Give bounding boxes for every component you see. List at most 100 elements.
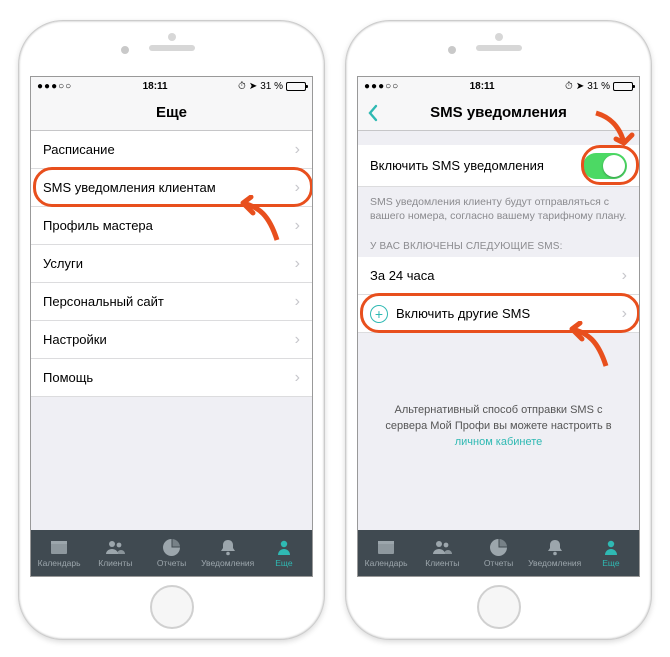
content-left: Расписание › SMS уведомления клиентам › … xyxy=(31,131,312,530)
location-icon: ➤ xyxy=(249,81,257,92)
tab-calendar[interactable]: Календарь xyxy=(358,530,414,576)
menu-item-label: Персональный сайт xyxy=(43,294,295,309)
tab-label: Календарь xyxy=(38,558,81,568)
row-label: Включить SMS уведомления xyxy=(370,158,583,173)
screen-right: ●●●○○ 18:11 ⏱ ➤ 31 % SMS уведомления Вкл… xyxy=(357,76,640,577)
device-camera xyxy=(121,46,129,54)
nav-title: SMS уведомления xyxy=(430,104,567,121)
chevron-right-icon: › xyxy=(295,293,300,311)
content-right: Включить SMS уведомления SMS уведомления… xyxy=(358,131,639,530)
screen-left: ●●●○○ 18:11 ⏱ ➤ 31 % Еще Расписание › SM… xyxy=(30,76,313,577)
signal-dots: ●●●○○ xyxy=(37,81,72,92)
tab-label: Клиенты xyxy=(425,558,459,568)
battery-pct: 31 % xyxy=(587,81,610,92)
tab-more[interactable]: Еще xyxy=(583,530,639,576)
home-button[interactable] xyxy=(477,585,521,629)
menu-item-label: SMS уведомления клиентам xyxy=(43,180,295,195)
link-personal-cabinet[interactable]: личном кабинете xyxy=(455,436,543,448)
tab-reports[interactable]: Отчеты xyxy=(470,530,526,576)
menu-item-profile[interactable]: Профиль мастера › xyxy=(31,207,312,245)
chevron-left-icon xyxy=(366,104,380,122)
tab-label: Клиенты xyxy=(98,558,132,568)
pie-chart-icon xyxy=(162,538,182,556)
alarm-icon: ⏱ xyxy=(565,81,573,92)
menu-item-settings[interactable]: Настройки › xyxy=(31,321,312,359)
row-add-other-sms[interactable]: + Включить другие SMS › xyxy=(358,295,639,333)
nav-bar: Еще xyxy=(31,95,312,131)
tab-clients[interactable]: Клиенты xyxy=(414,530,470,576)
row-label: Включить другие SMS xyxy=(396,306,622,321)
chevron-right-icon: › xyxy=(295,369,300,387)
person-icon xyxy=(274,538,294,556)
battery-icon xyxy=(613,82,633,91)
menu-item-schedule[interactable]: Расписание › xyxy=(31,131,312,169)
signal-dots: ●●●○○ xyxy=(364,81,399,92)
chevron-right-icon: › xyxy=(295,179,300,197)
location-icon: ➤ xyxy=(576,81,584,92)
person-icon xyxy=(601,538,621,556)
tab-label: Календарь xyxy=(365,558,408,568)
chevron-right-icon: › xyxy=(295,255,300,273)
chevron-right-icon: › xyxy=(295,217,300,235)
chevron-right-icon: › xyxy=(622,305,627,323)
tab-reports[interactable]: Отчеты xyxy=(143,530,199,576)
tab-label: Отчеты xyxy=(157,558,186,568)
note-text: SMS уведомления клиенту будут отправлять… xyxy=(358,187,639,227)
home-button[interactable] xyxy=(150,585,194,629)
back-button[interactable] xyxy=(366,95,380,130)
tab-notifications[interactable]: Уведомления xyxy=(200,530,256,576)
tab-label: Еще xyxy=(275,558,292,568)
toggle-enable-sms[interactable] xyxy=(583,153,627,179)
row-label: За 24 часа xyxy=(370,268,622,283)
tab-bar: Календарь Клиенты Отчеты Уведомления Еще xyxy=(358,530,639,576)
tab-bar: Календарь Клиенты Отчеты Уведомления Еще xyxy=(31,530,312,576)
battery-pct: 31 % xyxy=(260,81,283,92)
chevron-right-icon: › xyxy=(295,141,300,159)
menu-item-label: Помощь xyxy=(43,370,295,385)
tab-more[interactable]: Еще xyxy=(256,530,312,576)
tab-calendar[interactable]: Календарь xyxy=(31,530,87,576)
tab-clients[interactable]: Клиенты xyxy=(87,530,143,576)
tab-label: Отчеты xyxy=(484,558,513,568)
menu-item-label: Профиль мастера xyxy=(43,218,295,233)
device-camera xyxy=(448,46,456,54)
row-enabled-sms-item[interactable]: За 24 часа › xyxy=(358,257,639,295)
chevron-right-icon: › xyxy=(622,267,627,285)
alt-text: Альтернативный способ отправки SMS с сер… xyxy=(358,403,639,451)
alarm-icon: ⏱ xyxy=(238,81,246,92)
bell-icon xyxy=(545,538,565,556)
section-header: У ВАС ВКЛЮЧЕНЫ СЛЕДУЮЩИЕ SMS: xyxy=(358,227,639,257)
menu-item-sms-notifications[interactable]: SMS уведомления клиентам › xyxy=(31,169,312,207)
device-speaker xyxy=(149,45,195,51)
menu-item-personal-site[interactable]: Персональный сайт › xyxy=(31,283,312,321)
device-speaker xyxy=(476,45,522,51)
phone-left: ●●●○○ 18:11 ⏱ ➤ 31 % Еще Расписание › SM… xyxy=(18,20,325,640)
device-sensor xyxy=(168,33,176,41)
status-bar: ●●●○○ 18:11 ⏱ ➤ 31 % xyxy=(358,77,639,95)
plus-circle-icon: + xyxy=(370,305,388,323)
calendar-icon xyxy=(49,538,69,556)
status-bar: ●●●○○ 18:11 ⏱ ➤ 31 % xyxy=(31,77,312,95)
tab-label: Уведомления xyxy=(201,558,254,568)
nav-bar: SMS уведомления xyxy=(358,95,639,131)
tab-notifications[interactable]: Уведомления xyxy=(527,530,583,576)
status-time: 18:11 xyxy=(399,81,565,92)
row-enable-sms[interactable]: Включить SMS уведомления xyxy=(358,145,639,187)
menu-item-help[interactable]: Помощь › xyxy=(31,359,312,397)
more-menu-list: Расписание › SMS уведомления клиентам › … xyxy=(31,131,312,397)
people-icon xyxy=(432,538,452,556)
menu-item-label: Настройки xyxy=(43,332,295,347)
phone-right: ●●●○○ 18:11 ⏱ ➤ 31 % SMS уведомления Вкл… xyxy=(345,20,652,640)
bell-icon xyxy=(218,538,238,556)
people-icon xyxy=(105,538,125,556)
menu-item-services[interactable]: Услуги › xyxy=(31,245,312,283)
nav-title: Еще xyxy=(156,104,187,121)
tab-label: Уведомления xyxy=(528,558,581,568)
chevron-right-icon: › xyxy=(295,331,300,349)
calendar-icon xyxy=(376,538,396,556)
menu-item-label: Услуги xyxy=(43,256,295,271)
tab-label: Еще xyxy=(602,558,619,568)
battery-icon xyxy=(286,82,306,91)
device-sensor xyxy=(495,33,503,41)
pie-chart-icon xyxy=(489,538,509,556)
